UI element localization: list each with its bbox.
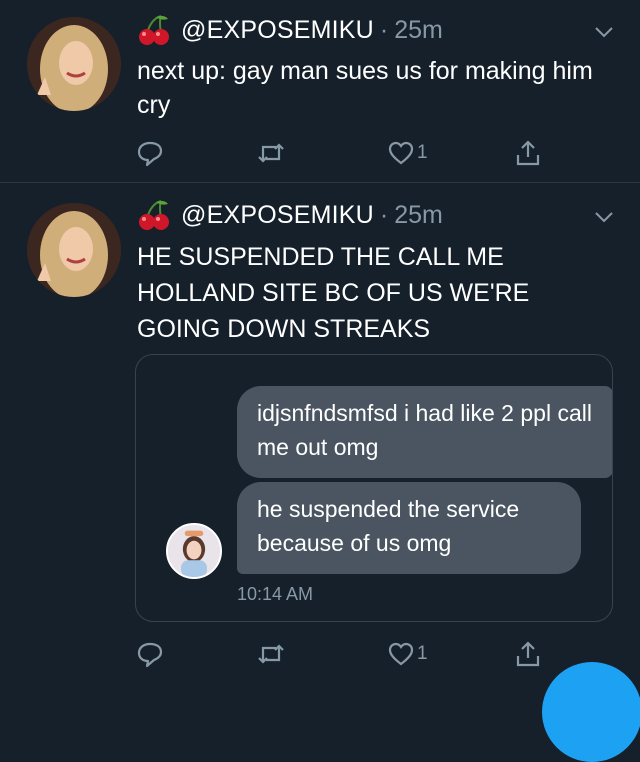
retweet-button[interactable] <box>257 637 285 671</box>
user-handle[interactable]: @EXPOSEMIKU <box>181 201 374 230</box>
separator-dot: · <box>379 200 389 229</box>
separator-dot: · <box>379 15 389 44</box>
chat-avatar <box>166 523 222 579</box>
like-button[interactable]: 1 <box>387 136 428 170</box>
retweet-icon <box>258 644 284 664</box>
chevron-down-icon[interactable] <box>594 26 614 38</box>
tweet-text: next up: gay man sues us for making him … <box>137 57 593 119</box>
chevron-down-icon[interactable] <box>594 211 614 223</box>
cherry-icon <box>139 15 169 45</box>
share-icon <box>516 140 540 166</box>
like-icon <box>388 141 414 165</box>
tweet-text: HE SUSPENDED THE CALL ME HOLLAND SITE BC… <box>137 243 530 343</box>
share-button[interactable] <box>514 637 542 671</box>
avatar[interactable] <box>27 17 121 111</box>
avatar[interactable] <box>27 203 121 297</box>
reply-icon <box>137 141 163 167</box>
tweet-time[interactable]: 25m <box>394 16 443 45</box>
reply-button[interactable] <box>136 136 164 170</box>
like-count: 1 <box>417 643 428 664</box>
like-icon <box>388 642 414 666</box>
retweet-button[interactable] <box>257 136 285 170</box>
chat-timestamp: 10:14 AM <box>237 584 314 604</box>
like-count: 1 <box>417 142 428 163</box>
tweet-actions: 1 <box>130 136 570 170</box>
share-icon <box>516 641 540 667</box>
tweet-2[interactable]: @EXPOSEMIKU · 25m HE SUSPENDED THE CALL … <box>0 183 640 676</box>
like-button[interactable]: 1 <box>387 637 428 671</box>
share-button[interactable] <box>514 136 542 170</box>
reply-button[interactable] <box>136 637 164 671</box>
tweet-actions: 1 <box>130 637 570 671</box>
tweet-time[interactable]: 25m <box>394 201 443 230</box>
chat-message: idjsnfndsmfsd i had like 2 ppl call me o… <box>237 386 612 478</box>
tweet-1[interactable]: @EXPOSEMIKU · 25m next up: gay man sues … <box>0 0 640 183</box>
user-handle[interactable]: @EXPOSEMIKU <box>181 16 374 45</box>
chat-message: he suspended the service because of us o… <box>237 482 581 574</box>
retweet-icon <box>258 143 284 163</box>
embedded-chat-screenshot[interactable]: idjsnfndsmfsd i had like 2 ppl call me o… <box>135 354 613 622</box>
cherry-icon <box>139 200 169 230</box>
compose-tweet-button[interactable] <box>542 662 640 762</box>
reply-icon <box>137 642 163 668</box>
